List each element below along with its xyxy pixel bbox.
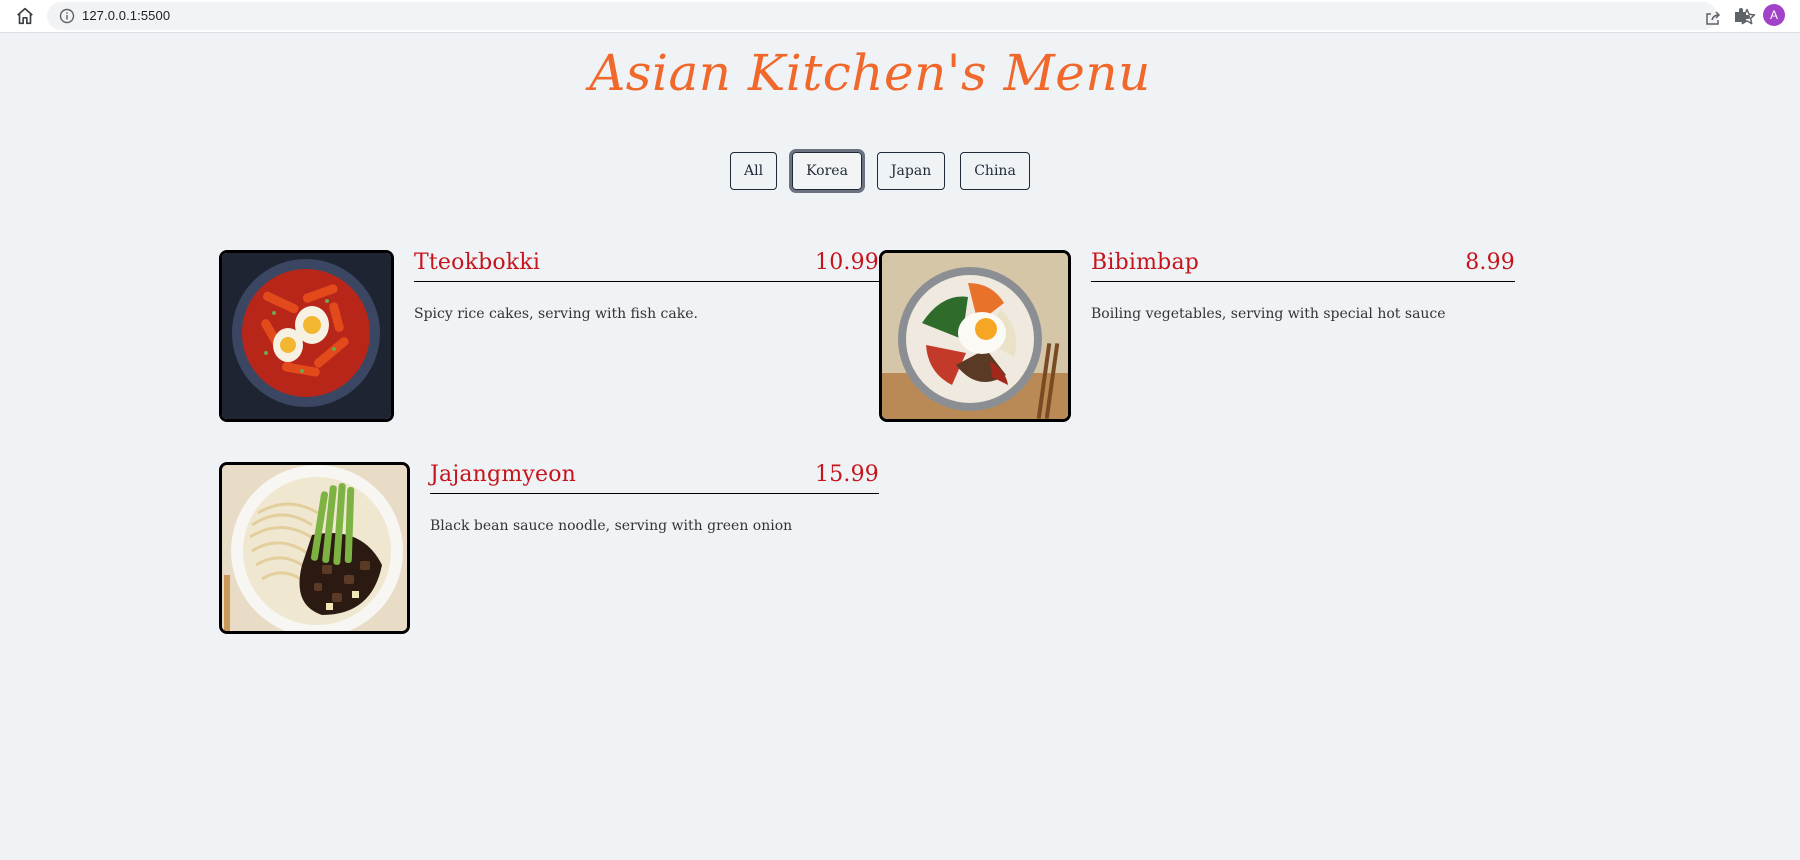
item-name: Tteokbokki	[414, 250, 541, 275]
item-description: Boiling vegetables, serving with special…	[1091, 306, 1446, 322]
item-price: 15.99	[815, 462, 879, 487]
share-icon[interactable]	[1703, 8, 1723, 28]
item-price: 8.99	[1465, 250, 1515, 275]
item-price: 10.99	[815, 250, 879, 275]
menu-item-info: Bibimbap 8.99 Boiling vegetables, servin…	[1091, 250, 1515, 322]
filter-button-korea[interactable]: Korea	[789, 149, 865, 193]
filter-bar: All Korea Japan China	[730, 149, 1030, 193]
page-title: Asian Kitchen's Menu	[589, 44, 1151, 102]
extensions-icon[interactable]	[1731, 5, 1751, 25]
menu-item-header: Tteokbokki 10.99	[414, 250, 879, 282]
address-bar[interactable]: 127.0.0.1:5500	[47, 2, 1756, 30]
dish-photo-jajangmyeon	[219, 462, 410, 634]
item-name: Bibimbap	[1091, 250, 1200, 275]
jajangmyeon-image	[222, 465, 407, 631]
bibimbap-image	[882, 253, 1068, 419]
menu-item-info: Jajangmyeon 15.99 Black bean sauce noodl…	[430, 462, 879, 534]
dish-photo-bibimbap	[879, 250, 1071, 422]
info-icon[interactable]	[59, 8, 75, 24]
item-name: Jajangmyeon	[430, 462, 577, 487]
menu-item-info: Tteokbokki 10.99 Spicy rice cakes, servi…	[414, 250, 879, 322]
menu-item-tteokbokki: Tteokbokki 10.99 Spicy rice cakes, servi…	[219, 250, 879, 422]
browser-toolbar: 127.0.0.1:5500 A	[0, 0, 1800, 33]
menu-item-jajangmyeon: Jajangmyeon 15.99 Black bean sauce noodl…	[219, 462, 879, 634]
dish-photo-tteokbokki	[219, 250, 394, 422]
menu-grid: Tteokbokki 10.99 Spicy rice cakes, servi…	[219, 250, 1515, 634]
url-text[interactable]: 127.0.0.1:5500	[82, 8, 170, 23]
item-description: Spicy rice cakes, serving with fish cake…	[414, 306, 698, 322]
avatar[interactable]: A	[1763, 4, 1785, 26]
filter-button-japan[interactable]: Japan	[876, 152, 946, 190]
filter-button-all[interactable]: All	[730, 152, 778, 190]
menu-item-header: Bibimbap 8.99	[1091, 250, 1515, 282]
tteokbokki-image	[222, 253, 391, 419]
item-description: Black bean sauce noodle, serving with gr…	[430, 518, 793, 534]
filter-button-china[interactable]: China	[960, 152, 1030, 190]
menu-item-bibimbap: Bibimbap 8.99 Boiling vegetables, servin…	[879, 250, 1515, 422]
menu-item-header: Jajangmyeon 15.99	[430, 462, 879, 494]
home-icon[interactable]	[14, 5, 36, 27]
